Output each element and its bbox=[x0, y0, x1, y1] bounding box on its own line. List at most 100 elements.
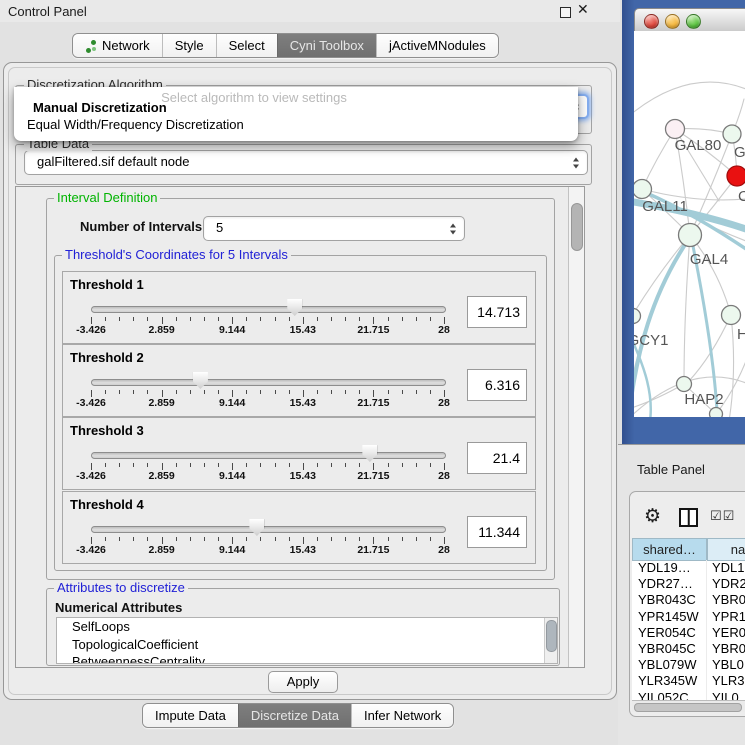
tab-style[interactable]: Style bbox=[162, 34, 216, 57]
network-edge bbox=[690, 235, 731, 315]
tab-infer-network[interactable]: Infer Network bbox=[351, 704, 453, 727]
columns-icon[interactable] bbox=[679, 508, 698, 527]
slider-tick bbox=[190, 317, 191, 321]
attribute-list-item[interactable]: TopologicalCoefficient bbox=[57, 636, 557, 654]
threshold-value-field[interactable]: 21.4 bbox=[467, 442, 527, 474]
cell-shared-name: YBR043C bbox=[632, 592, 710, 608]
slider-tick bbox=[232, 463, 233, 470]
slider-tick bbox=[204, 390, 205, 394]
table-data-combobox[interactable]: galFiltered.sif default node bbox=[24, 150, 588, 175]
table-row[interactable]: YLR345WYLR3 bbox=[632, 673, 745, 689]
network-node-hap2[interactable] bbox=[677, 377, 692, 392]
table-row[interactable]: YBL079WYBL0 bbox=[632, 657, 745, 673]
tick-label: 15.43 bbox=[290, 470, 316, 482]
slider-tick bbox=[303, 317, 304, 324]
slider-track[interactable] bbox=[91, 452, 446, 459]
table-row[interactable]: YIL052CYIL0 bbox=[632, 690, 745, 701]
tick-label: 9.144 bbox=[219, 397, 245, 409]
slider-tick bbox=[317, 317, 318, 321]
cell-name: YBR0 bbox=[710, 641, 745, 657]
vertical-scrollbar-thumb[interactable] bbox=[571, 203, 583, 251]
threshold-value-field[interactable]: 6.316 bbox=[467, 369, 527, 401]
table-row[interactable]: YDR27…YDR2 bbox=[632, 576, 745, 592]
tab-label: Impute Data bbox=[155, 708, 226, 723]
network-node-gal11[interactable] bbox=[634, 180, 652, 199]
network-node-gal4[interactable] bbox=[679, 224, 702, 247]
cell-name: YIL0 bbox=[710, 690, 739, 701]
table-row[interactable]: YDL19…YDL1 bbox=[632, 560, 745, 576]
network-node-g[interactable] bbox=[723, 125, 741, 143]
column-header-2[interactable]: na bbox=[707, 538, 745, 561]
vertical-scrollbar[interactable] bbox=[568, 187, 584, 667]
node-label: GCY1 bbox=[634, 332, 668, 349]
float-window-icon[interactable] bbox=[560, 7, 571, 18]
slider-tick bbox=[162, 463, 163, 470]
slider-tick bbox=[373, 317, 374, 324]
tab-label: Style bbox=[175, 38, 204, 53]
tab-select[interactable]: Select bbox=[216, 34, 277, 57]
slider-tick bbox=[260, 390, 261, 394]
tab-impute-data[interactable]: Impute Data bbox=[143, 704, 238, 727]
slider-tick bbox=[147, 390, 148, 394]
network-node-gal80[interactable] bbox=[666, 120, 685, 139]
network-window-titlebar[interactable] bbox=[634, 8, 745, 33]
slider-thumb[interactable] bbox=[287, 299, 302, 316]
close-icon[interactable]: ✕ bbox=[577, 2, 589, 18]
tab-discretize-data[interactable]: Discretize Data bbox=[238, 704, 351, 727]
slider-tick bbox=[133, 390, 134, 394]
list-scrollbar[interactable] bbox=[544, 618, 557, 663]
slider-tick bbox=[345, 390, 346, 394]
network-node-gcy1[interactable] bbox=[634, 309, 641, 324]
slider-tick bbox=[176, 317, 177, 321]
tick-label: 21.715 bbox=[357, 544, 389, 556]
table-row[interactable]: YER054CYER0 bbox=[632, 625, 745, 641]
menu-item-equal-width-frequency[interactable]: Equal Width/Frequency Discretization bbox=[27, 117, 244, 132]
zoom-traffic-light[interactable] bbox=[686, 14, 701, 29]
attribute-list-item[interactable]: BetweennessCentrality bbox=[57, 653, 557, 664]
slider-thumb[interactable] bbox=[362, 445, 377, 462]
gear-icon[interactable]: ⚙ bbox=[644, 505, 661, 527]
horizontal-scrollbar-thumb[interactable] bbox=[634, 703, 742, 712]
cell-shared-name: YDL19… bbox=[632, 560, 710, 576]
slider-track[interactable] bbox=[91, 526, 446, 533]
slider-track[interactable] bbox=[91, 379, 446, 386]
tab-cyni-toolbox[interactable]: Cyni Toolbox bbox=[277, 34, 376, 57]
network-edge bbox=[634, 384, 684, 409]
slider-thumb[interactable] bbox=[193, 372, 208, 389]
slider-tick bbox=[345, 317, 346, 321]
list-scrollbar-thumb[interactable] bbox=[546, 620, 557, 652]
horizontal-scrollbar[interactable] bbox=[632, 700, 745, 712]
threshold-value-field[interactable]: 11.344 bbox=[467, 516, 527, 548]
slider-tick bbox=[359, 463, 360, 467]
network-edge bbox=[642, 129, 675, 189]
close-traffic-light[interactable] bbox=[644, 14, 659, 29]
numerical-attributes-list[interactable]: SelfLoopsTopologicalCoefficientBetweenne… bbox=[56, 617, 558, 664]
minimize-traffic-light[interactable] bbox=[665, 14, 680, 29]
slider-tick bbox=[289, 463, 290, 467]
attribute-list-item[interactable]: SelfLoops bbox=[57, 618, 557, 636]
slider-track[interactable] bbox=[91, 306, 446, 313]
slider-thumb[interactable] bbox=[249, 519, 264, 536]
network-node[interactable] bbox=[710, 408, 723, 418]
network-node-c[interactable] bbox=[727, 166, 745, 186]
column-header-1[interactable]: shared… bbox=[632, 538, 707, 561]
table-row[interactable]: YBR043CYBR0 bbox=[632, 592, 745, 608]
slider-tick bbox=[275, 463, 276, 467]
tick-label: 28 bbox=[438, 544, 450, 556]
tick-label: 2.859 bbox=[148, 324, 174, 336]
network-canvas[interactable]: GAL80GCGAL11GAL4GCY1HHAP2 bbox=[634, 31, 745, 417]
number-of-intervals-combobox[interactable]: 5 bbox=[203, 216, 465, 241]
node-label: GAL4 bbox=[690, 251, 728, 268]
slider-tick bbox=[246, 390, 247, 394]
threshold-value-field[interactable]: 14.713 bbox=[467, 296, 527, 328]
slider-tick bbox=[317, 390, 318, 394]
network-node-h[interactable] bbox=[722, 306, 741, 325]
tab-jactivemnodules[interactable]: jActiveMNodules bbox=[376, 34, 498, 57]
table-row[interactable]: YPR145WYPR1 bbox=[632, 609, 745, 625]
slider-tick bbox=[289, 537, 290, 541]
apply-button[interactable]: Apply bbox=[268, 671, 338, 693]
table-row[interactable]: YBR045CYBR0 bbox=[632, 641, 745, 657]
checkbox-icons[interactable]: ☑☑ bbox=[710, 509, 735, 524]
tab-network[interactable]: Network bbox=[73, 34, 162, 57]
menu-item-manual-discretization[interactable]: Manual Discretization bbox=[33, 100, 167, 115]
